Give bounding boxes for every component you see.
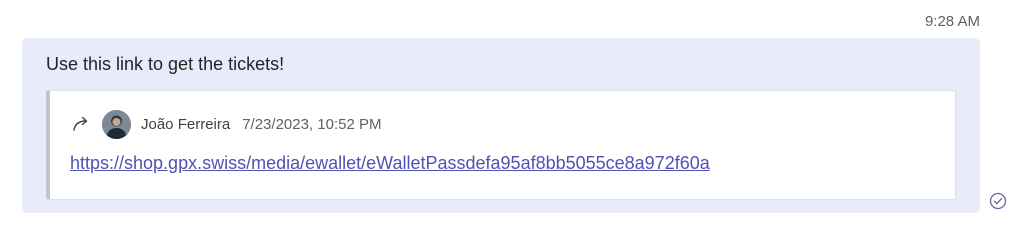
message-text: Use this link to get the tickets! <box>46 54 285 74</box>
message-timestamp: 9:28 AM <box>924 13 980 30</box>
forwarded-message-header: João Ferreira 7/23/2023, 10:52 PM <box>70 109 381 139</box>
sent-check-icon <box>988 191 1008 211</box>
forwarded-author-name: João Ferreira <box>141 115 231 133</box>
chat-message-bubble[interactable]: Use this link to get the tickets! João F… <box>22 38 980 213</box>
forwarded-message-card[interactable]: João Ferreira 7/23/2023, 10:52 PM https:… <box>46 90 956 200</box>
forward-arrow-icon <box>70 113 92 135</box>
ticket-link[interactable]: https://shop.gpx.swiss/media/ewallet/eWa… <box>70 153 710 174</box>
forwarded-original-time: 7/23/2023, 10:52 PM <box>242 115 382 133</box>
author-avatar[interactable] <box>102 109 131 139</box>
